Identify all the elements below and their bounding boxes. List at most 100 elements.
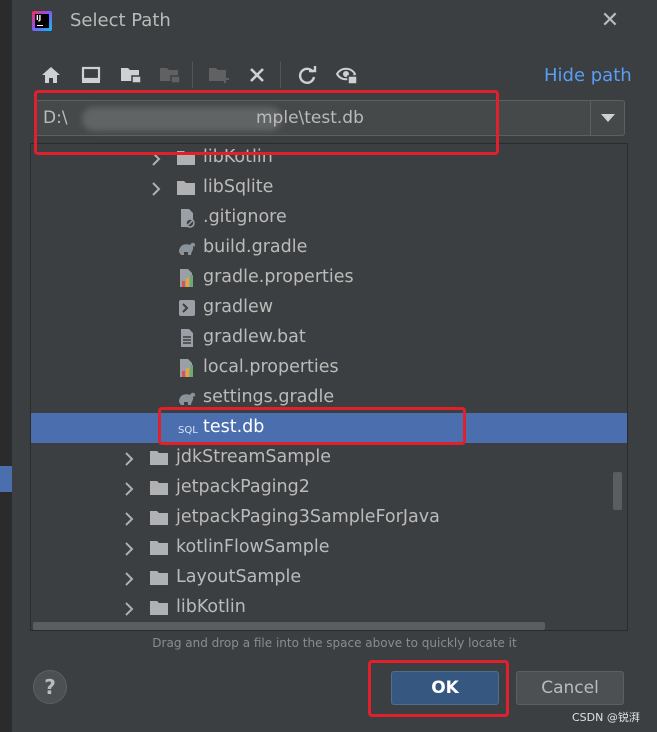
chevron-right-icon[interactable] (149, 152, 163, 166)
app-icon-text: IJ (35, 14, 49, 28)
tree-row-label: kotlinFlowSample (176, 537, 330, 557)
watermark: CSDN @锐湃 (572, 711, 640, 724)
path-combobox[interactable]: D:\ mple\test.db (35, 100, 625, 136)
tree-row-icon (149, 478, 169, 498)
tree-row[interactable]: SQL test.db (31, 413, 627, 443)
tree-row-label: .gitignore (203, 207, 287, 227)
toolbar-separator (280, 62, 281, 88)
chevron-right-icon[interactable] (122, 602, 136, 616)
chevron-right-icon[interactable] (122, 512, 136, 526)
cancel-button[interactable]: Cancel (516, 671, 624, 705)
horizontal-scrollbar[interactable] (33, 622, 545, 630)
tree-row[interactable]: jetpackPaging3SampleForJava (31, 503, 627, 533)
tree-row-icon (177, 358, 197, 378)
expand-toggle[interactable] (149, 181, 163, 196)
tree-row-icon (149, 448, 169, 468)
project-folder-icon (121, 68, 142, 84)
expand-toggle[interactable] (122, 541, 136, 556)
tree-row[interactable]: libKotlin (31, 144, 627, 173)
intellij-app-icon: IJ (32, 11, 52, 31)
show-hidden-button[interactable] (334, 62, 360, 88)
tree-row-label: settings.gradle (203, 387, 335, 407)
tree-row-label: jdkStreamSample (176, 447, 332, 467)
project-folder-button[interactable] (118, 62, 144, 88)
ok-button[interactable]: OK (391, 671, 499, 705)
module-folder-icon (160, 68, 181, 84)
close-button[interactable]: ✕ (597, 8, 623, 34)
tree-row[interactable]: jdkStreamSample (31, 443, 627, 473)
expand-toggle[interactable] (122, 571, 136, 586)
expand-toggle[interactable] (149, 151, 163, 166)
tree-row[interactable]: kotlinFlowSample (31, 533, 627, 563)
folder-icon (177, 181, 195, 195)
text-file-icon (181, 329, 193, 347)
tree-row-icon (177, 208, 197, 228)
folder-icon (150, 601, 168, 615)
module-folder-button[interactable] (157, 62, 183, 88)
chevron-right-icon[interactable] (122, 452, 136, 466)
shell-icon (179, 300, 195, 316)
dialog-title: Select Path (70, 10, 171, 31)
redacted-path-segment (82, 107, 282, 131)
desktop-button[interactable] (78, 62, 104, 88)
new-folder-icon (209, 68, 229, 83)
expand-toggle[interactable] (122, 451, 136, 466)
properties-icon (180, 359, 193, 377)
expand-toggle[interactable] (122, 481, 136, 496)
tree-row-label: gradlew (203, 297, 274, 317)
folder-icon (150, 541, 168, 555)
tree-row[interactable]: gradlew (31, 293, 627, 323)
new-folder-button[interactable] (206, 62, 232, 88)
desktop-icon (81, 66, 101, 83)
chevron-right-icon[interactable] (122, 482, 136, 496)
tree-row-label: libKotlin (176, 597, 246, 617)
tree-row[interactable]: local.properties (31, 353, 627, 383)
tree-row-icon (149, 538, 169, 558)
tree-row-label: jetpackPaging3SampleForJava (176, 507, 440, 527)
folder-icon (150, 451, 168, 465)
home-button[interactable] (38, 62, 64, 88)
tree-row[interactable]: gradle.properties (31, 263, 627, 293)
drag-drop-hint: Drag and drop a file into the space abov… (152, 636, 517, 650)
tree-row[interactable]: libSqlite (31, 173, 627, 203)
tree-row-label: jetpackPaging2 (176, 477, 310, 497)
folder-icon (150, 571, 168, 585)
chevron-right-icon[interactable] (122, 572, 136, 586)
hide-path-link[interactable]: Hide path (544, 65, 632, 86)
tree-row-icon (176, 148, 196, 168)
expand-toggle[interactable] (122, 511, 136, 526)
tree-row-label: gradlew.bat (203, 327, 306, 347)
delete-button[interactable] (244, 62, 270, 88)
tree-row-icon (177, 328, 197, 348)
tree-row[interactable]: settings.gradle (31, 383, 627, 413)
tree-row[interactable]: build.gradle (31, 233, 627, 263)
combo-dropdown-button[interactable] (590, 101, 624, 135)
tree-row[interactable]: libKotlin (31, 593, 627, 623)
tree-row-label: local.properties (203, 357, 339, 377)
tree-row[interactable]: .gitignore (31, 203, 627, 233)
gradle-icon (179, 242, 196, 255)
chevron-right-icon[interactable] (149, 182, 163, 196)
help-button[interactable]: ? (33, 670, 67, 704)
tree-row-label: libKotlin (203, 147, 273, 167)
chevron-right-icon[interactable] (122, 542, 136, 556)
expand-toggle[interactable] (122, 601, 136, 616)
tree-row-icon (176, 178, 196, 198)
select-path-dialog: IJ Select Path ✕ Hide path D:\ mple\test… (12, 0, 657, 732)
tree-row-icon (149, 508, 169, 528)
title-bar: IJ Select Path ✕ (12, 0, 657, 44)
gradle-icon (179, 392, 196, 405)
tree-row[interactable]: gradlew.bat (31, 323, 627, 353)
ignore-file-icon (181, 209, 195, 228)
vertical-scrollbar[interactable] (613, 472, 622, 510)
tree-row-icon (177, 268, 197, 288)
tree-row[interactable]: LayoutSample (31, 563, 627, 593)
sql-icon: SQL (178, 425, 198, 436)
chevron-down-icon (600, 113, 615, 122)
file-tree[interactable]: libKotlin libSqlite .gitignore build.gradle… (30, 143, 628, 631)
tree-row-label: libSqlite (203, 177, 274, 197)
tree-row-label: gradle.properties (203, 267, 354, 287)
folder-icon (150, 511, 168, 525)
tree-row[interactable]: jetpackPaging2 (31, 473, 627, 503)
refresh-button[interactable] (294, 62, 320, 88)
